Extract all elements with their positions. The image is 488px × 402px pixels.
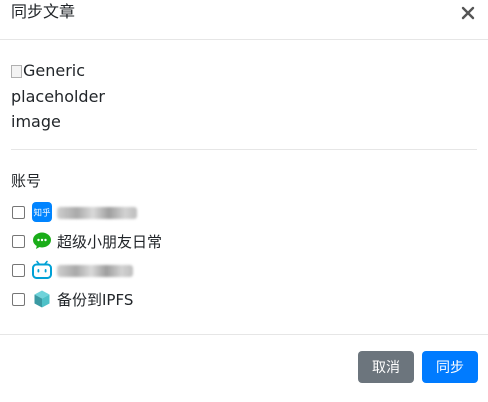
svg-text:知乎: 知乎 [33,208,51,219]
section-divider [11,149,477,150]
wechat-icon [33,232,51,249]
blurred-account-name [57,206,137,219]
ipfs-cube-icon [34,290,50,308]
account-row-bilibili[interactable] [12,259,133,281]
blurred-account-name [57,264,133,277]
account-row-wechat[interactable]: 超级小朋友日常 [12,230,162,252]
bilibili-icon [32,260,52,279]
accounts-label: 账号 [11,172,42,190]
dialog-title: 同步文章 [11,2,76,21]
sync-article-dialog: 同步文章 Generic placeholder image 账号 知乎 超级小… [0,0,488,402]
image-alt-text: Generic placeholder image [11,61,105,131]
account-name-wechat: 超级小朋友日常 [57,232,163,251]
footer-divider [0,334,488,335]
dialog-header: 同步文章 [0,0,488,40]
broken-image-icon [11,65,22,78]
zhihu-icon: 知乎 [32,202,52,222]
account-name-ipfs: 备份到IPFS [57,290,134,309]
account-name-zhihu [57,203,137,221]
placeholder-image: Generic placeholder image [11,58,131,135]
account-row-zhihu[interactable]: 知乎 [12,201,137,223]
sync-button[interactable]: 同步 [422,351,478,383]
account-checkbox-zhihu[interactable] [12,205,25,219]
account-row-ipfs[interactable]: 备份到IPFS [12,288,133,310]
close-icon[interactable] [461,6,475,20]
account-name-bilibili [57,261,133,279]
account-checkbox-bilibili[interactable] [12,263,25,277]
account-checkbox-wechat[interactable] [12,234,25,248]
cancel-button[interactable]: 取消 [358,351,414,383]
account-checkbox-ipfs[interactable] [12,292,25,306]
